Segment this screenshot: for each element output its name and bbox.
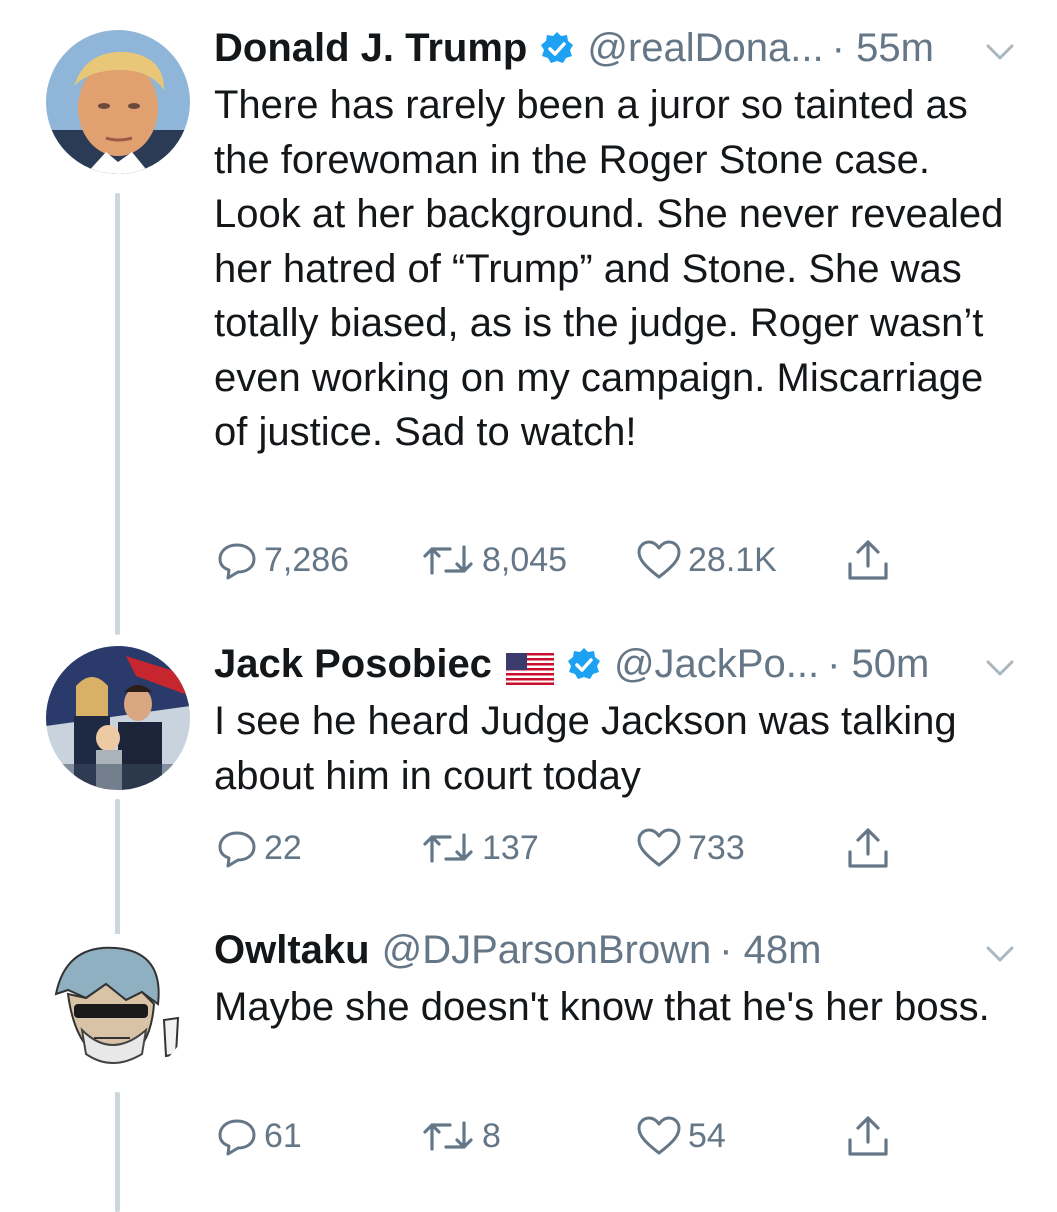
display-name[interactable]: Jack Posobiec [214, 640, 492, 688]
retweet-icon [423, 545, 473, 575]
verified-badge-icon [566, 646, 602, 682]
heart-icon [637, 540, 681, 579]
reply-icon [218, 1119, 256, 1156]
user-handle[interactable]: @realDona... [587, 24, 823, 72]
share-button[interactable] [846, 824, 890, 872]
like-count: 733 [688, 828, 745, 867]
tweet[interactable]: Jack Posobiec @JackPo... · 50m I see he … [0, 636, 1057, 947]
timestamp[interactable]: · 55m [832, 24, 934, 72]
tweet-text: I see he heard Judge Jackson was talking… [214, 699, 957, 798]
reply-button[interactable]: 61 [216, 1112, 302, 1160]
tweet-content: Owltaku @DJParsonBrown · 48m Maybe she d… [214, 926, 1017, 1035]
avatar[interactable] [46, 30, 190, 174]
retweet-count: 8,045 [482, 540, 568, 579]
share-button[interactable] [846, 536, 890, 584]
tweet-content: Jack Posobiec @JackPo... · 50m I see he … [214, 640, 1017, 803]
share-icon [848, 1116, 888, 1156]
reply-count: 7,286 [264, 540, 350, 579]
reply-button[interactable]: 22 [216, 824, 302, 872]
avatar[interactable] [46, 646, 190, 790]
tweet-text: Maybe she doesn't know that he's her bos… [214, 985, 990, 1029]
chevron-down-icon[interactable] [983, 32, 1017, 66]
display-name[interactable]: Donald J. Trump [214, 24, 527, 72]
user-handle[interactable]: @JackPo... [614, 640, 819, 688]
timestamp[interactable]: · 48m [719, 926, 821, 974]
share-icon [848, 540, 888, 580]
chevron-down-icon[interactable] [983, 934, 1017, 968]
like-button[interactable]: 54 [636, 1112, 726, 1160]
user-handle[interactable]: @DJParsonBrown [382, 926, 712, 974]
tweet-header: Jack Posobiec @JackPo... · 50m [214, 640, 1017, 688]
like-button[interactable]: 733 [636, 824, 745, 872]
reply-icon [218, 831, 256, 868]
tweet[interactable]: Owltaku @DJParsonBrown · 48m Maybe she d… [0, 922, 1057, 1212]
verified-badge-icon [539, 30, 575, 66]
share-icon [848, 828, 888, 868]
tweet-header: Owltaku @DJParsonBrown · 48m [214, 926, 1017, 974]
heart-icon [637, 1116, 681, 1155]
reply-button[interactable]: 7,286 [216, 536, 349, 584]
reply-count: 22 [264, 828, 302, 867]
retweet-button[interactable]: 137 [420, 824, 539, 872]
reply-count: 61 [264, 1116, 302, 1155]
tweet-actions: 61 8 54 [0, 1112, 1057, 1160]
reply-icon [218, 543, 256, 580]
retweet-icon [423, 1121, 473, 1151]
heart-icon [637, 828, 681, 867]
like-count: 54 [688, 1116, 726, 1155]
tweet-text: There has rarely been a juror so tainted… [214, 83, 1004, 454]
retweet-button[interactable]: 8,045 [420, 536, 567, 584]
tweet-actions: 7,286 8,045 28.1K [0, 536, 1057, 584]
retweet-count: 8 [482, 1116, 501, 1155]
chevron-down-icon[interactable] [983, 648, 1017, 682]
like-button[interactable]: 28.1K [636, 536, 777, 584]
timestamp[interactable]: · 50m [827, 640, 929, 688]
us-flag-icon [505, 648, 555, 686]
tweet-actions: 22 137 733 [0, 824, 1057, 872]
tweet-header: Donald J. Trump @realDona... · 55m [214, 24, 1017, 72]
display-name[interactable]: Owltaku [214, 926, 370, 974]
tweet-content: Donald J. Trump @realDona... · 55m There… [214, 24, 1017, 460]
tweet[interactable]: Donald J. Trump @realDona... · 55m There… [0, 0, 1057, 635]
like-count: 28.1K [688, 540, 777, 579]
retweet-icon [423, 833, 473, 863]
retweet-count: 137 [482, 828, 539, 867]
share-button[interactable] [846, 1112, 890, 1160]
retweet-button[interactable]: 8 [420, 1112, 501, 1160]
avatar[interactable] [46, 934, 190, 1078]
